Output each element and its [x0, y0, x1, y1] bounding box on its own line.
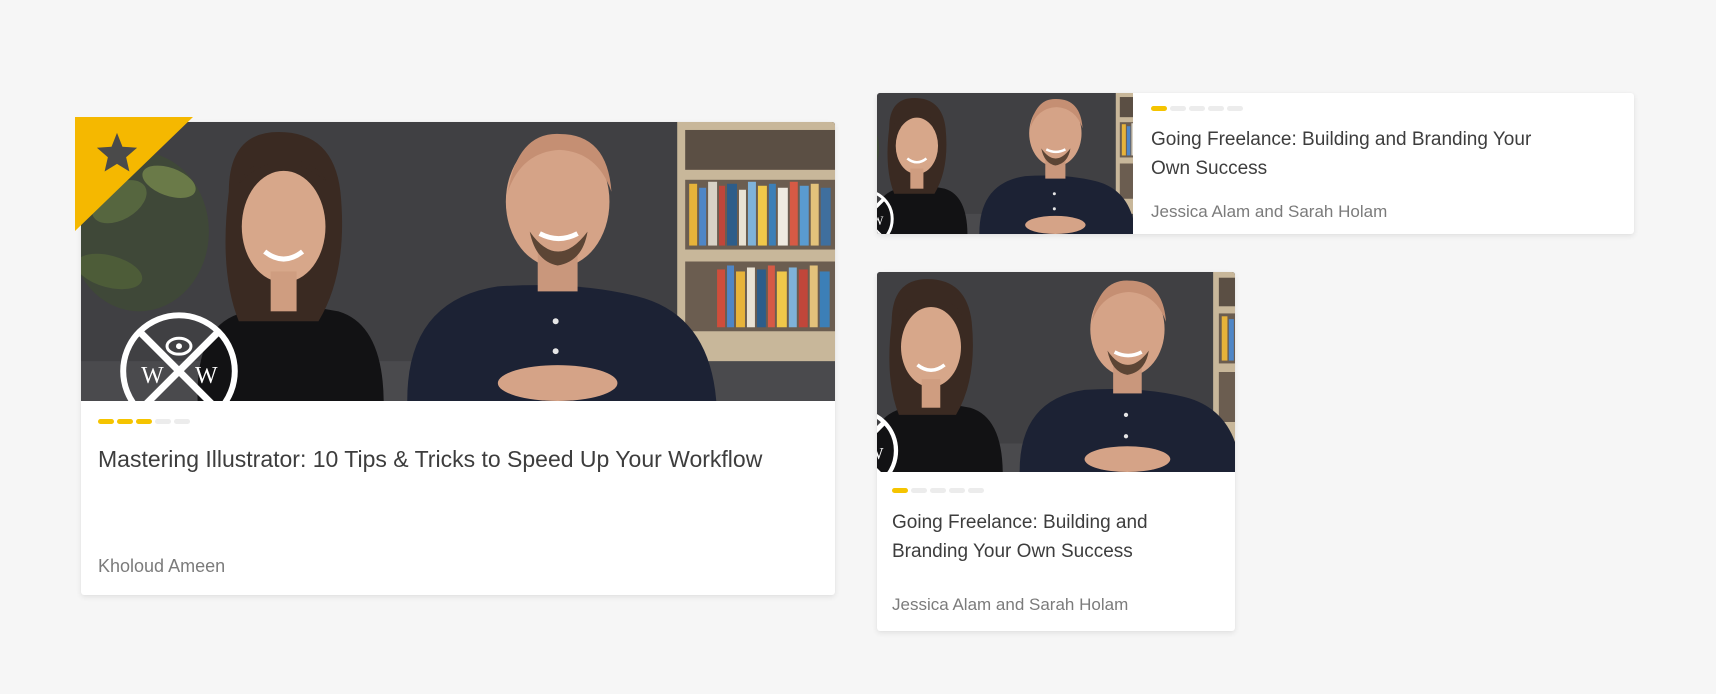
rating-segment: [1151, 106, 1167, 111]
course-title[interactable]: Going Freelance: Building and Branding Y…: [892, 508, 1222, 566]
rating-segment: [1227, 106, 1243, 111]
rating-segment: [949, 488, 965, 493]
rating-segment: [155, 419, 171, 424]
course-author[interactable]: Jessica Alam and Sarah Holam: [1151, 202, 1387, 222]
course-card-horizontal[interactable]: Going Freelance: Building and Branding Y…: [877, 93, 1634, 234]
course-author[interactable]: Kholoud Ameen: [98, 556, 225, 577]
rating-segment: [117, 419, 133, 424]
rating-segment: [136, 419, 152, 424]
star-icon: [96, 132, 138, 172]
difficulty-rating: [1151, 106, 1243, 111]
rating-segment: [968, 488, 984, 493]
rating-segment: [911, 488, 927, 493]
course-author[interactable]: Jessica Alam and Sarah Holam: [892, 595, 1128, 615]
course-card-small[interactable]: Going Freelance: Building and Branding Y…: [877, 272, 1235, 631]
course-card-featured[interactable]: Mastering Illustrator: 10 Tips & Tricks …: [75, 117, 835, 595]
course-thumbnail[interactable]: [877, 272, 1235, 472]
rating-segment: [892, 488, 908, 493]
course-title[interactable]: Going Freelance: Building and Branding Y…: [1151, 125, 1571, 183]
rating-segment: [1189, 106, 1205, 111]
course-title[interactable]: Mastering Illustrator: 10 Tips & Tricks …: [98, 440, 798, 479]
difficulty-rating: [892, 488, 984, 493]
featured-badge: [75, 117, 193, 231]
rating-segment: [174, 419, 190, 424]
difficulty-rating: [98, 419, 190, 424]
rating-segment: [1170, 106, 1186, 111]
course-thumbnail[interactable]: [81, 122, 835, 401]
rating-segment: [930, 488, 946, 493]
rating-segment: [98, 419, 114, 424]
course-thumbnail[interactable]: [877, 93, 1133, 234]
rating-segment: [1208, 106, 1224, 111]
